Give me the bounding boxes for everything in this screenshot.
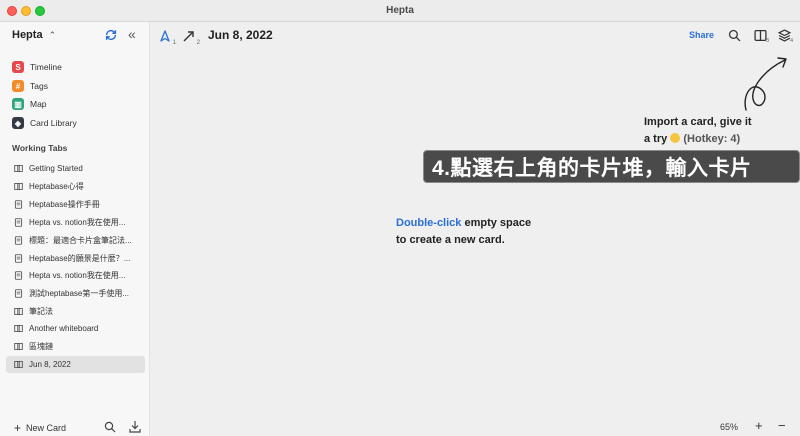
nav-timeline[interactable]: S Timeline [12, 59, 62, 75]
working-tab-item[interactable]: Heptabase心得 [6, 178, 145, 195]
zoom-out-button[interactable]: − [778, 418, 786, 433]
zoom-in-button[interactable]: + [755, 418, 763, 433]
working-tab-item[interactable]: Hepta vs. notion我在使用... [6, 267, 145, 284]
working-tab-item[interactable]: Jun 8, 2022 [6, 356, 145, 373]
select-tool[interactable]: 1 [158, 29, 176, 46]
working-tab-label: 筆記法 [29, 307, 53, 316]
card-icon [14, 200, 23, 209]
card-icon [14, 289, 23, 298]
whiteboard-icon [14, 164, 23, 173]
working-tab-item[interactable]: Another whiteboard [6, 320, 145, 337]
nav-timeline-label: Timeline [30, 62, 62, 72]
working-tab-label: 區塊鏈 [29, 342, 53, 351]
search-icon[interactable] [728, 29, 741, 42]
working-tab-item[interactable]: Heptabase的願景是什麼？... [6, 250, 145, 267]
sync-icon[interactable] [104, 28, 118, 42]
nav-tags-label: Tags [30, 81, 48, 91]
card-library-icon: ◈ [12, 117, 24, 129]
working-tab-label: Getting Started [29, 164, 83, 173]
window-title: Hepta [386, 5, 414, 16]
workspace-switcher[interactable]: Hepta ⌃ [12, 29, 56, 41]
card-stack-hotkey: 4 [790, 38, 794, 44]
working-tab-item[interactable]: 筆記法 [6, 303, 145, 320]
whiteboard-title[interactable]: Jun 8, 2022 [208, 28, 273, 42]
whiteboard-icon [14, 342, 23, 351]
timeline-icon: S [12, 61, 24, 73]
working-tab-item[interactable]: Heptabase操作手冊 [6, 196, 145, 213]
map-icon: ▥ [12, 98, 24, 110]
workspace-name: Hepta [12, 29, 43, 41]
plus-icon: + [14, 421, 22, 435]
whiteboard-canvas[interactable]: 1 2 Jun 8, 2022 Share 3 4 Import a card,… [150, 22, 800, 436]
nav-card-library-label: Card Library [30, 118, 77, 128]
split-view-hotkey: 3 [766, 38, 770, 44]
working-tab-label: 標題：最適合卡片盒筆記法... [29, 236, 132, 245]
card-icon [14, 271, 23, 280]
working-tab-item[interactable]: 區塊鏈 [6, 338, 145, 355]
select-tool-hotkey: 1 [172, 40, 176, 46]
working-tab-label: Another whiteboard [29, 324, 99, 333]
working-tab-item[interactable]: Getting Started [6, 160, 145, 177]
nav-tags[interactable]: # Tags [12, 78, 48, 94]
window-titlebar: Hepta [0, 0, 800, 22]
import-hotkey-hint: (Hotkey: 4) [683, 133, 741, 145]
tutorial-step-banner: 4.點選右上角的卡片堆，輸入卡片 [423, 150, 800, 183]
working-tab-item[interactable]: 標題：最適合卡片盒筆記法... [6, 232, 145, 249]
working-tab-label: Hepta vs. notion我在使用... [29, 218, 126, 227]
card-icon [14, 236, 23, 245]
collapse-sidebar-icon[interactable]: « [128, 27, 136, 41]
share-button[interactable]: Share [689, 30, 714, 40]
whiteboard-icon [14, 324, 23, 333]
whiteboard-toolbar: 1 2 Jun 8, 2022 Share 3 4 [150, 22, 800, 50]
whiteboard-icon [14, 360, 23, 369]
hint-line1-rest: empty space [461, 217, 532, 229]
nav-map-label: Map [30, 99, 47, 109]
card-icon [14, 218, 23, 227]
tag-icon: # [12, 80, 24, 92]
zoom-level[interactable]: 65% [720, 422, 738, 432]
whiteboard-icon [14, 182, 23, 191]
double-click-hint: Double-click [396, 217, 462, 229]
card-icon [14, 254, 23, 263]
sidebar: Hepta ⌃ « S Timeline # Tags ▥ Map ◈ Card… [0, 22, 150, 436]
working-tab-label: Hepta vs. notion我在使用... [29, 271, 126, 280]
download-icon[interactable] [129, 420, 141, 433]
working-tab-label: Jun 8, 2022 [29, 360, 71, 369]
hint-line2: to create a new card. [396, 234, 505, 246]
nav-map[interactable]: ▥ Map [12, 96, 47, 112]
new-card-label: New Card [26, 423, 67, 433]
chevron-up-down-icon: ⌃ [48, 29, 57, 40]
grin-emoji-icon [670, 133, 681, 143]
nav-card-library[interactable]: ◈ Card Library [12, 115, 77, 131]
working-tabs-title: Working Tabs [12, 143, 68, 153]
arrow-tool-hotkey: 2 [196, 40, 200, 46]
working-tab-label: Heptabase的願景是什麼？... [29, 254, 131, 263]
import-tip-line1: Import a card, give it [644, 116, 752, 128]
working-tab-label: Heptabase操作手冊 [29, 200, 100, 209]
whiteboard-icon [14, 307, 23, 316]
working-tab-item[interactable]: Hepta vs. notion我在使用... [6, 214, 145, 231]
import-card-tip: Import a card, give it a try (Hotkey: 4) [644, 114, 752, 148]
cursor-icon [160, 30, 170, 42]
new-card-button[interactable]: + New Card [14, 422, 66, 434]
working-tab-label: 測試heptabase第一手使用... [29, 289, 130, 298]
search-icon[interactable] [104, 421, 116, 433]
working-tab-item[interactable]: 測試heptabase第一手使用... [6, 285, 145, 302]
working-tab-label: Heptabase心得 [29, 182, 84, 191]
import-tip-line2: a try [644, 133, 668, 145]
arrow-tool[interactable]: 2 [182, 29, 200, 46]
empty-canvas-hint: Double-click empty space to create a new… [396, 215, 531, 249]
arrow-icon [183, 31, 194, 42]
